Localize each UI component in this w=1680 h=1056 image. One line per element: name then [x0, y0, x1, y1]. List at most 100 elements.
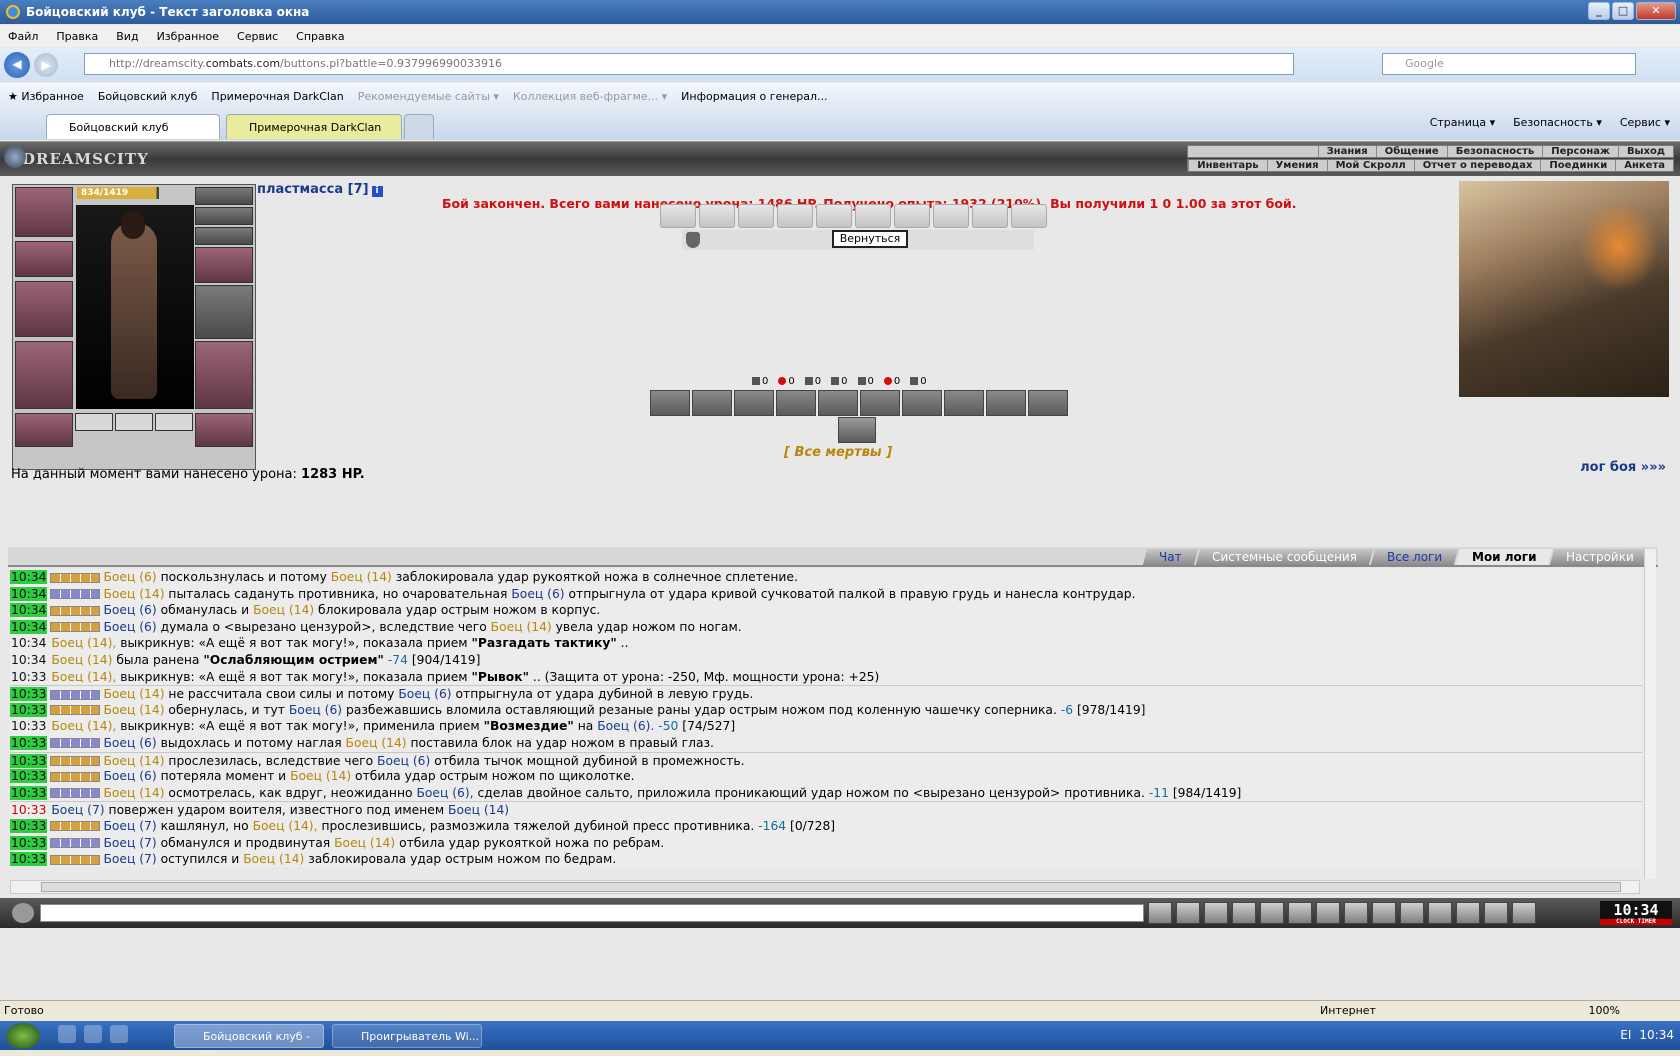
- fighter-name[interactable]: Боец (14): [290, 769, 351, 783]
- scroll-slot[interactable]: [660, 204, 696, 228]
- fav-item-darkclan[interactable]: Примерочная DarkClan: [211, 90, 343, 103]
- close-button[interactable]: ✕: [1636, 2, 1676, 20]
- scroll-slot[interactable]: [777, 204, 813, 228]
- potion-slot-1[interactable]: [75, 413, 113, 431]
- desktop-icon[interactable]: [84, 1025, 102, 1043]
- new-tab-button[interactable]: [404, 114, 434, 139]
- nav_bottom-item[interactable]: Мой Скролл: [1326, 160, 1414, 171]
- fav-item-webslices[interactable]: Коллекция веб-фрагме... ▾: [513, 90, 667, 103]
- translit-icon[interactable]: [1288, 902, 1312, 924]
- fighter-name[interactable]: Боец (14): [253, 603, 314, 617]
- fighter-name[interactable]: Боец (14): [334, 836, 395, 850]
- skill-button[interactable]: [692, 390, 732, 416]
- fighter-name[interactable]: Боец (6): [103, 620, 156, 634]
- fighter-name[interactable]: Боец (6): [377, 754, 430, 768]
- boots-slot[interactable]: [195, 413, 253, 447]
- sound-icon[interactable]: [1316, 902, 1340, 924]
- fighter-name[interactable]: Боец (6): [398, 687, 451, 701]
- fighter-name[interactable]: Боец (14): [103, 754, 164, 768]
- skill-button[interactable]: [902, 390, 942, 416]
- potion-slot-2[interactable]: [115, 413, 153, 431]
- skill-button[interactable]: [860, 390, 900, 416]
- fighter-name[interactable]: Боец (6): [289, 703, 342, 717]
- legs-slot[interactable]: [195, 341, 253, 409]
- clan-icon[interactable]: [1372, 902, 1396, 924]
- friends-icon[interactable]: [1484, 902, 1508, 924]
- ie-quick-icon[interactable]: [58, 1025, 76, 1043]
- return-button[interactable]: Вернуться: [832, 230, 908, 248]
- shield-slot[interactable]: [195, 285, 253, 339]
- tab-club[interactable]: Бойцовский клуб: [46, 114, 220, 139]
- fighter-name[interactable]: Боец (14): [51, 653, 112, 667]
- character-name[interactable]: пластмасса [7] i: [257, 182, 383, 197]
- fighter-name[interactable]: Боец (14): [103, 703, 164, 717]
- save-icon[interactable]: [1232, 902, 1256, 924]
- bag-icon[interactable]: [1400, 902, 1424, 924]
- nav_bottom-item[interactable]: Поединки: [1540, 160, 1615, 171]
- skype-icon[interactable]: [110, 1025, 128, 1043]
- tab-darkclan[interactable]: Примерочная DarkClan: [226, 114, 402, 139]
- fighter-name[interactable]: Боец (14),: [253, 819, 318, 833]
- nav_bottom-item[interactable]: Анкета: [1615, 160, 1673, 171]
- exit-icon[interactable]: [1512, 902, 1536, 924]
- zoom-level[interactable]: 100%: [1589, 1004, 1620, 1017]
- fighter-name[interactable]: Боец (14): [346, 736, 407, 750]
- belt-slot[interactable]: [15, 413, 73, 447]
- fighter-name[interactable]: Боец (14): [103, 587, 164, 601]
- fighter-name[interactable]: Боец (7): [103, 819, 156, 833]
- scroll-slot[interactable]: [1011, 204, 1047, 228]
- potion-slot-3[interactable]: [155, 413, 193, 431]
- fighter-name[interactable]: Боец (14): [103, 786, 164, 800]
- filter-icon[interactable]: [1204, 902, 1228, 924]
- tab-system-messages[interactable]: Системные сообщения: [1195, 549, 1373, 565]
- map-icon[interactable]: [1428, 902, 1452, 924]
- fighter-name[interactable]: Боец (7): [103, 852, 156, 866]
- scroll-slot[interactable]: [855, 204, 891, 228]
- scroll-slot[interactable]: [894, 204, 930, 228]
- skill-button[interactable]: [944, 390, 984, 416]
- fighter-name[interactable]: Боец (6): [103, 736, 156, 750]
- url-input[interactable]: http://dreamscity.combats.com/buttons.pl…: [84, 53, 1294, 75]
- scroll-slot[interactable]: [816, 204, 852, 228]
- tray-clock[interactable]: 10:34: [1639, 1028, 1674, 1042]
- chat-input[interactable]: [40, 904, 1144, 922]
- menu-tools[interactable]: Сервис: [237, 30, 278, 43]
- skill-button[interactable]: [776, 390, 816, 416]
- cmd-tools[interactable]: Сервис ▾: [1620, 116, 1670, 129]
- skill-button[interactable]: [734, 390, 774, 416]
- nav_bottom-item[interactable]: Инвентарь: [1188, 160, 1266, 171]
- cmd-page[interactable]: Страница ▾: [1430, 116, 1495, 129]
- forward-button[interactable]: ▶: [34, 53, 58, 77]
- menu-file[interactable]: Файл: [8, 30, 38, 43]
- minimize-button[interactable]: _: [1588, 2, 1610, 20]
- scroll-slot[interactable]: [933, 204, 969, 228]
- nav_top-item[interactable]: Персонаж: [1542, 146, 1618, 157]
- rings-slot[interactable]: [195, 227, 253, 245]
- tab-settings[interactable]: Настройки: [1550, 549, 1651, 565]
- back-button[interactable]: ◀: [4, 52, 30, 78]
- tab-chat[interactable]: Чат: [1142, 549, 1198, 565]
- nav_bottom-item[interactable]: Отчет о переводах: [1413, 160, 1541, 171]
- cmd-safety[interactable]: Безопасность ▾: [1513, 116, 1602, 129]
- armor-slot[interactable]: [15, 341, 73, 409]
- menu-edit[interactable]: Правка: [56, 30, 98, 43]
- clear-icon[interactable]: [1176, 902, 1200, 924]
- search-input[interactable]: Google: [1382, 53, 1636, 75]
- fighter-name[interactable]: Боец (14),: [51, 670, 116, 684]
- gloves-slot[interactable]: [195, 247, 253, 283]
- nav_top-item[interactable]: Безопасность: [1446, 146, 1543, 157]
- fighter-name[interactable]: Боец (7): [51, 803, 104, 817]
- language-indicator[interactable]: EI: [1620, 1028, 1631, 1042]
- nav_top-item[interactable]: Выход: [1617, 146, 1673, 157]
- info-icon[interactable]: i: [371, 186, 383, 197]
- scroll-slot[interactable]: [699, 204, 735, 228]
- fighter-name[interactable]: Боец (6): [103, 570, 156, 584]
- menu-help[interactable]: Справка: [296, 30, 344, 43]
- tab-my-logs[interactable]: Мои логи: [1455, 549, 1553, 565]
- nav_top-item[interactable]: Общение: [1375, 146, 1447, 157]
- taskbar-media-button[interactable]: Проигрыватель Wi...: [332, 1024, 482, 1048]
- fighter-name[interactable]: Боец (6): [103, 603, 156, 617]
- fighter-name[interactable]: Боец (14): [448, 803, 509, 817]
- fighter-name[interactable]: Боец (6): [511, 587, 564, 601]
- fighter-name[interactable]: Боец (14): [103, 687, 164, 701]
